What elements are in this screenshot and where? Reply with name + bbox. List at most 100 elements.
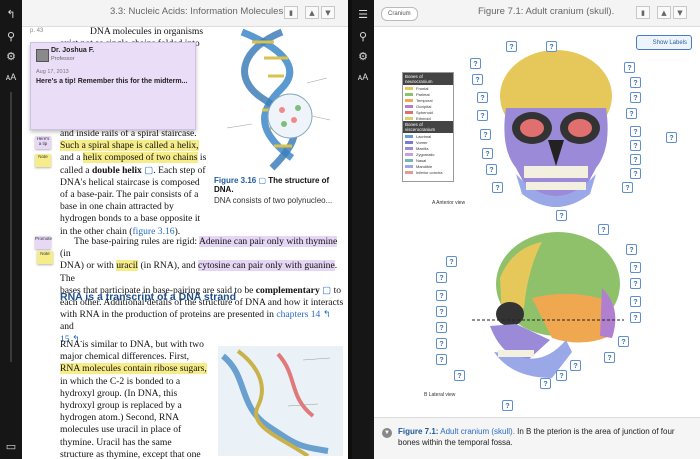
next-page-button[interactable]: ▼	[673, 6, 687, 19]
font-size-icon[interactable]: ᴀA	[356, 70, 370, 84]
label-hotspot[interactable]: ?	[630, 126, 641, 137]
show-labels-label: Show Labels	[652, 40, 687, 46]
sticky-note[interactable]: Note	[35, 154, 51, 167]
sticky-note-tip[interactable]: Here's a tip	[35, 136, 51, 149]
settings-icon[interactable]: ⚙	[356, 50, 370, 64]
text-line: hydroxyl group. (In DNA, this	[60, 387, 178, 399]
label-hotspot[interactable]: ?	[477, 110, 488, 121]
label-hotspot[interactable]: ?	[472, 74, 483, 85]
label-hotspot[interactable]: ?	[480, 129, 491, 140]
breadcrumb[interactable]: Cranium	[381, 7, 418, 21]
rna-figure[interactable]	[218, 346, 343, 456]
right-figure-page: Cranium Figure 7.1: Adult cranium (skull…	[374, 0, 700, 459]
legend-item: Inferior concha	[403, 169, 453, 175]
label-hotspot[interactable]: ?	[630, 140, 641, 151]
page-scrubber[interactable]	[10, 92, 12, 362]
back-icon[interactable]: ↰	[4, 8, 18, 22]
highlight-ribose[interactable]: RNA molecules contain ribose sugars,	[60, 363, 207, 375]
figure-link[interactable]: figure 3.16	[132, 226, 174, 237]
label-hotspot[interactable]: ?	[624, 62, 635, 73]
text-span: called a	[60, 164, 92, 176]
term-complementary: complementary	[255, 284, 320, 296]
label-hotspot[interactable]: ?	[436, 290, 447, 301]
label-hotspot[interactable]: ?	[570, 360, 581, 371]
label-hotspot[interactable]: ?	[436, 272, 447, 283]
caption-title: Adult cranium (skull).	[440, 427, 515, 436]
list-icon[interactable]: ☰	[356, 8, 370, 22]
highlight-uracil[interactable]: uracil	[116, 260, 139, 272]
label-hotspot[interactable]: ?	[630, 77, 641, 88]
label-hotspot[interactable]: ?	[506, 41, 517, 52]
glossary-icon[interactable]: ▢	[142, 165, 153, 176]
skull-lateral-illustration	[472, 232, 624, 378]
legend-label: Vomer	[416, 139, 428, 145]
label-hotspot[interactable]: ?	[436, 322, 447, 333]
text-line: major chemical differences. First,	[60, 351, 190, 363]
paragraph-rna: RNA is similar to DNA, but with two majo…	[60, 339, 230, 459]
collapse-caption-icon[interactable]: ▼	[382, 428, 392, 438]
label-hotspot[interactable]: ?	[626, 244, 637, 255]
label-hotspot[interactable]: ?	[486, 164, 497, 175]
prev-page-button[interactable]: ▲	[305, 6, 319, 19]
font-size-icon[interactable]: ᴀA	[4, 70, 18, 84]
text-line: hydrogen atom.) Second, RNA	[60, 412, 180, 424]
label-hotspot[interactable]: ?	[540, 378, 551, 389]
label-hotspot[interactable]: ?	[626, 108, 637, 119]
label-hotspot[interactable]: ?	[618, 336, 629, 347]
highlight-two-chains[interactable]: helix composed of two chains	[82, 152, 198, 164]
label-hotspot[interactable]: ?	[446, 256, 457, 267]
label-hotspot[interactable]: ?	[556, 210, 567, 221]
legend-header: Bones of neurocranium	[403, 73, 453, 85]
annotation-note[interactable]: Dr. Joshua F. Professor Aug 17, 2013 Her…	[30, 42, 196, 130]
label-hotspot[interactable]: ?	[477, 92, 488, 103]
label-hotspot[interactable]: ?	[436, 338, 447, 349]
legend-label: Maxilla	[416, 145, 429, 151]
label-hotspot[interactable]: ?	[482, 148, 493, 159]
bookmark-button[interactable]: ▮	[636, 6, 650, 19]
search-icon[interactable]: ⚲	[356, 30, 370, 44]
glossary-icon[interactable]: ▢	[320, 285, 331, 296]
label-hotspot[interactable]: ?	[556, 370, 567, 381]
bone-legend: Bones of neurocranium Frontal Parietal T…	[402, 72, 454, 182]
label-hotspot[interactable]: ?	[630, 168, 641, 179]
text-span: (in	[60, 248, 71, 260]
dna-helix-figure[interactable]	[212, 28, 342, 173]
prev-page-button[interactable]: ▲	[657, 6, 671, 19]
figure-caption-bar: ▼ Figure 7.1: Adult cranium (skull). In …	[374, 417, 700, 459]
label-hotspot[interactable]: ?	[436, 354, 447, 365]
text-span: is	[197, 152, 207, 164]
label-hotspot[interactable]: ?	[630, 154, 641, 165]
settings-icon[interactable]: ⚙	[4, 50, 18, 64]
legend-label: Frontal	[416, 85, 429, 91]
notes-icon[interactable]: ▭	[4, 440, 18, 454]
label-hotspot[interactable]: ?	[470, 58, 481, 69]
highlight-adenine[interactable]: Adenine can pair only with thymine	[198, 236, 338, 247]
label-hotspot[interactable]: ?	[630, 296, 641, 307]
label-hotspot[interactable]: ?	[604, 352, 615, 363]
figure-label[interactable]: Figure 3.16	[214, 176, 256, 185]
label-hotspot[interactable]: ?	[492, 182, 503, 193]
label-hotspot[interactable]: ?	[546, 41, 557, 52]
caption-label: Figure 7.1:	[398, 427, 439, 436]
label-hotspot[interactable]: ?	[436, 306, 447, 317]
bookmark-button[interactable]: ▮	[284, 6, 298, 19]
highlight-cytosine[interactable]: cytosine can pair only with guanine	[198, 260, 335, 272]
chapter-link[interactable]: chapters 14	[276, 309, 320, 320]
label-hotspot[interactable]: ?	[630, 278, 641, 289]
sticky-note-promote[interactable]: Promote	[35, 236, 52, 249]
label-hotspot[interactable]: ?	[666, 132, 677, 143]
expand-icon[interactable]: ▢	[258, 176, 266, 185]
sticky-note[interactable]: Note	[37, 251, 53, 264]
highlight-helix[interactable]: Such a spiral shape is called a helix,	[60, 140, 199, 152]
label-hotspot[interactable]: ?	[454, 370, 465, 381]
legend-label: Nasal	[416, 157, 427, 163]
search-icon[interactable]: ⚲	[4, 30, 18, 44]
next-page-button[interactable]: ▼	[321, 6, 335, 19]
label-hotspot[interactable]: ?	[630, 312, 641, 323]
label-hotspot[interactable]: ?	[502, 400, 513, 411]
label-hotspot[interactable]: ?	[630, 92, 641, 103]
label-hotspot[interactable]: ?	[598, 224, 609, 235]
show-labels-button[interactable]: Show Labels	[636, 35, 692, 50]
label-hotspot[interactable]: ?	[630, 262, 641, 273]
label-hotspot[interactable]: ?	[622, 182, 633, 193]
